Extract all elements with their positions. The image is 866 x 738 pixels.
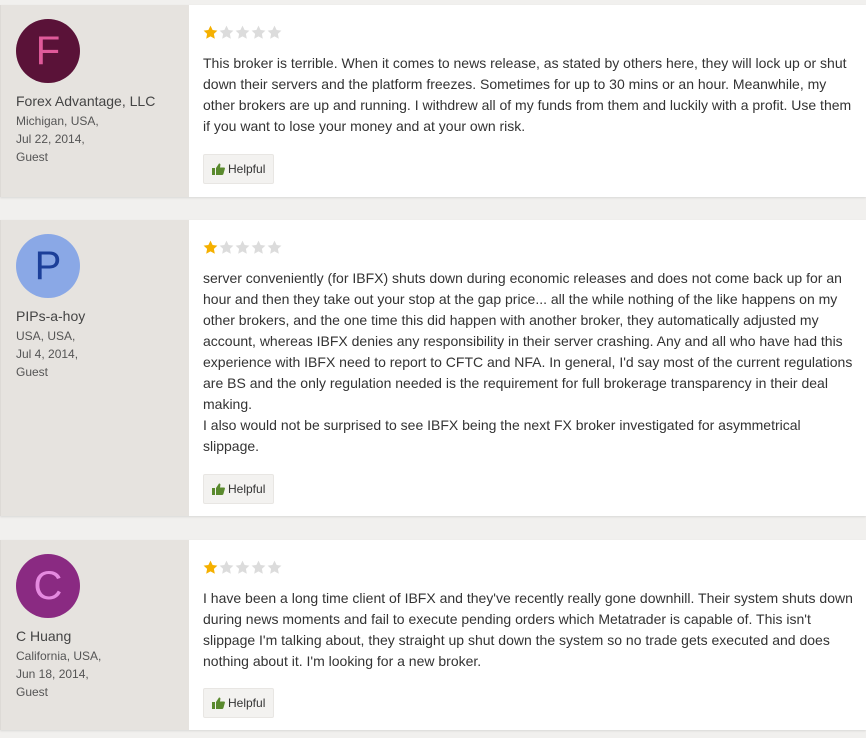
avatar: P — [16, 234, 80, 298]
reviewer-location: Michigan, USA, — [16, 114, 99, 128]
review-text: This broker is terrible. When it comes t… — [203, 53, 856, 137]
reviewer-meta: California, USA, Jun 18, 2014, Guest — [16, 647, 189, 701]
reviewer-meta: USA, USA, Jul 4, 2014, Guest — [16, 327, 189, 381]
reviewer-panel: C C Huang California, USA, Jun 18, 2014,… — [0, 540, 189, 730]
reviewer-panel: P PIPs-a-hoy USA, USA, Jul 4, 2014, Gues… — [0, 220, 189, 516]
review-content: This broker is terrible. When it comes t… — [189, 5, 866, 197]
review-paragraph: I also would not be surprised to see IBF… — [203, 417, 801, 454]
helpful-label: Helpful — [228, 696, 266, 710]
review-content: server conveniently (for IBFX) shuts dow… — [189, 220, 866, 516]
review-paragraph: server conveniently (for IBFX) shuts dow… — [203, 270, 853, 412]
review-card: F Forex Advantage, LLC Michigan, USA, Ju… — [0, 5, 866, 197]
star-empty-icon — [219, 25, 234, 39]
star-filled-icon — [203, 560, 218, 574]
reviewer-role: Guest — [16, 150, 49, 164]
review-date: Jul 4, 2014, — [16, 347, 79, 361]
star-empty-icon — [235, 240, 250, 254]
star-empty-icon — [219, 240, 234, 254]
avatar: C — [16, 554, 80, 618]
star-filled-icon — [203, 240, 218, 254]
review-text: server conveniently (for IBFX) shuts dow… — [203, 268, 856, 457]
star-empty-icon — [251, 240, 266, 254]
avatar: F — [16, 19, 80, 83]
thumbs-up-icon — [212, 697, 225, 709]
helpful-button[interactable]: Helpful — [203, 474, 275, 504]
star-empty-icon — [267, 25, 282, 39]
star-rating — [203, 560, 856, 576]
star-empty-icon — [235, 560, 250, 574]
review-text: I have been a long time client of IBFX a… — [203, 588, 856, 672]
reviewer-role: Guest — [16, 365, 49, 379]
reviewer-panel: F Forex Advantage, LLC Michigan, USA, Ju… — [0, 5, 189, 197]
thumbs-up-icon — [212, 163, 225, 175]
review-paragraph: This broker is terrible. When it comes t… — [203, 55, 852, 134]
helpful-button[interactable]: Helpful — [203, 154, 275, 184]
review-paragraph: I have been a long time client of IBFX a… — [203, 590, 853, 669]
review-date: Jun 18, 2014, — [16, 667, 89, 681]
review-content: I have been a long time client of IBFX a… — [189, 540, 866, 730]
reviewer-meta: Michigan, USA, Jul 22, 2014, Guest — [16, 112, 189, 166]
helpful-label: Helpful — [228, 162, 266, 176]
star-filled-icon — [203, 25, 218, 39]
reviewer-name: Forex Advantage, LLC — [16, 93, 156, 109]
helpful-button[interactable]: Helpful — [203, 688, 275, 718]
helpful-label: Helpful — [228, 482, 266, 496]
review-card: C C Huang California, USA, Jun 18, 2014,… — [0, 540, 866, 730]
star-rating — [203, 240, 856, 256]
star-empty-icon — [251, 560, 266, 574]
reviewer-role: Guest — [16, 685, 49, 699]
star-empty-icon — [219, 560, 234, 574]
reviewer-name: PIPs-a-hoy — [16, 308, 86, 324]
star-empty-icon — [251, 25, 266, 39]
reviewer-name: C Huang — [16, 628, 72, 644]
thumbs-up-icon — [212, 483, 225, 495]
reviewer-location: California, USA, — [16, 649, 102, 663]
review-date: Jul 22, 2014, — [16, 132, 85, 146]
reviewer-location: USA, USA, — [16, 329, 76, 343]
star-empty-icon — [267, 240, 282, 254]
star-rating — [203, 25, 856, 41]
star-empty-icon — [267, 560, 282, 574]
star-empty-icon — [235, 25, 250, 39]
review-card: P PIPs-a-hoy USA, USA, Jul 4, 2014, Gues… — [0, 220, 866, 516]
